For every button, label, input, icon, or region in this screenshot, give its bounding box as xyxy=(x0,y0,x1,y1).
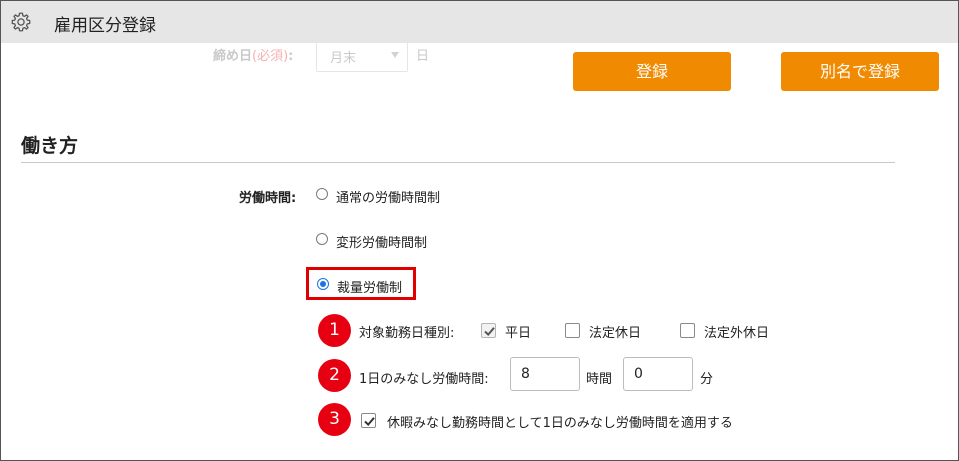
minutes-input[interactable] xyxy=(623,357,693,391)
checkbox-legal-holiday-label: 法定休日 xyxy=(589,326,642,341)
section-title: 働き方 xyxy=(21,135,79,157)
checkbox-apply-leave-label: 休暇みなし勤務時間として1日のみなし労働時間を適用する xyxy=(387,416,733,431)
callout-badge-1: 1 xyxy=(318,314,351,347)
checkbox-nonlegal-holiday-label: 法定外休日 xyxy=(704,326,770,341)
closing-day-suffix: 日 xyxy=(416,49,430,64)
check-icon xyxy=(484,327,495,337)
radio-discretionary[interactable] xyxy=(317,278,329,290)
callout-badge-3: 3 xyxy=(318,403,351,436)
callout-badge-2: 2 xyxy=(318,359,351,392)
checkbox-apply-leave[interactable] xyxy=(361,413,376,428)
minutes-unit: 分 xyxy=(700,372,714,387)
radio-discretionary-label: 裁量労働制 xyxy=(337,281,403,296)
register-button[interactable]: 登録 xyxy=(573,52,731,91)
title-bar: 雇用区分登録 xyxy=(1,1,958,43)
gear-icon[interactable] xyxy=(10,11,32,33)
checkbox-legal-holiday[interactable] xyxy=(565,323,580,338)
work-time-label: 労働時間: xyxy=(239,191,297,206)
hours-unit: 時間 xyxy=(586,372,613,387)
closing-day-label: 締め日(必須): xyxy=(213,49,294,64)
window-title: 雇用区分登録 xyxy=(54,16,156,36)
app-window: 雇用区分登録 締め日(必須): 月末 日 登録 別名で登録 働き方 労働時間: … xyxy=(0,0,959,461)
deemed-hours-label: 1日のみなし労働時間: xyxy=(359,372,489,387)
target-day-label: 対象勤務日種別: xyxy=(359,326,455,341)
checkbox-weekday[interactable] xyxy=(481,323,496,338)
radio-variable-label: 変形労働時間制 xyxy=(336,236,428,251)
radio-regular[interactable] xyxy=(316,188,328,200)
chevron-down-icon xyxy=(391,52,399,58)
closing-day-select[interactable]: 月末 xyxy=(316,42,408,72)
register-alias-button[interactable]: 別名で登録 xyxy=(781,52,939,91)
section-divider xyxy=(21,162,895,163)
radio-regular-label: 通常の労働時間制 xyxy=(336,191,441,206)
checkbox-nonlegal-holiday[interactable] xyxy=(680,323,695,338)
hours-input[interactable] xyxy=(510,357,580,391)
radio-variable[interactable] xyxy=(316,233,328,245)
checkbox-weekday-label: 平日 xyxy=(505,326,532,341)
required-mark: (必須) xyxy=(252,49,289,64)
check-icon xyxy=(364,417,375,427)
